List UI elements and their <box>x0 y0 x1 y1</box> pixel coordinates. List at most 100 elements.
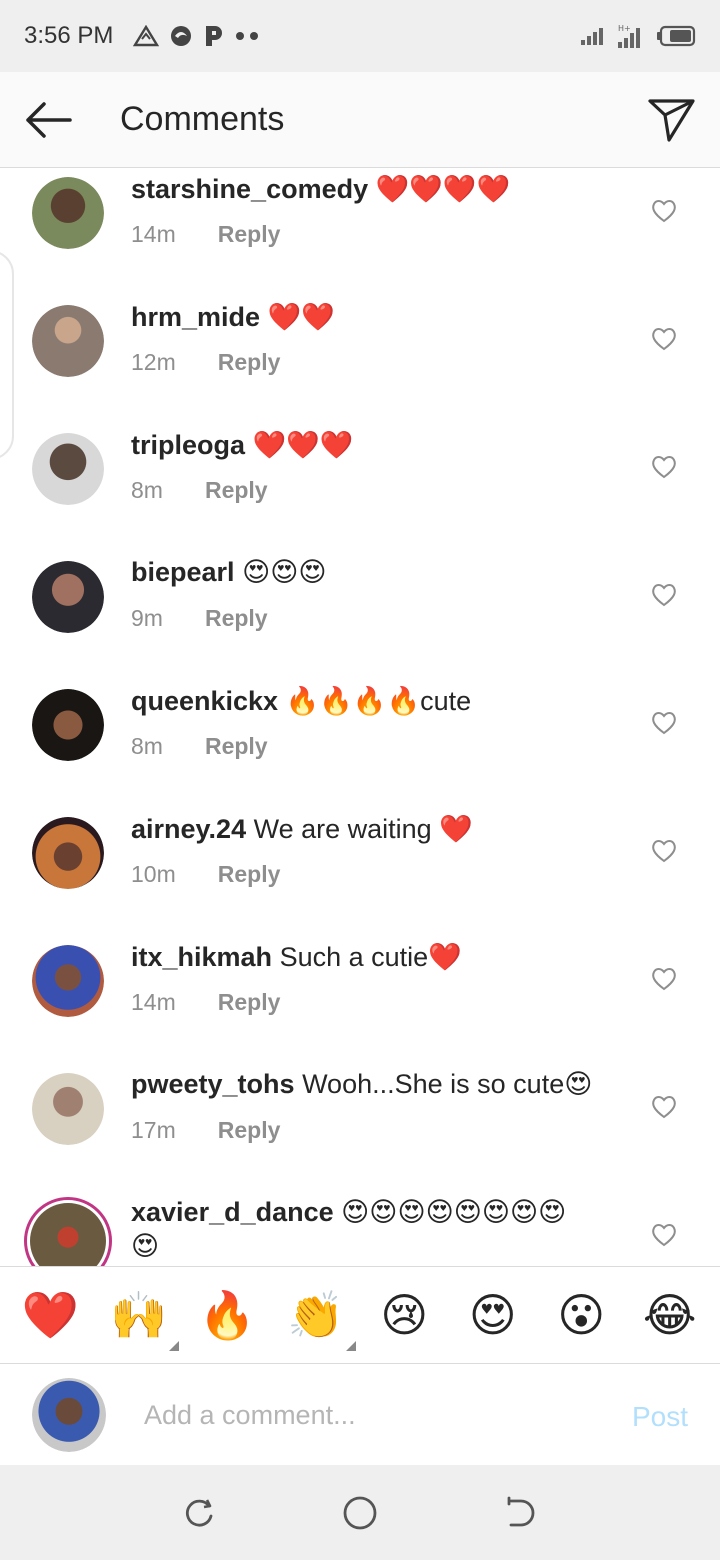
heart-outline-icon[interactable] <box>650 709 678 737</box>
comment-text-continued: 😍 <box>131 1231 160 1261</box>
reply-button[interactable]: Reply <box>218 989 281 1015</box>
reply-button[interactable]: Reply <box>218 861 281 887</box>
comments-list[interactable]: starshine_comedy ❤️❤️❤️❤️ 14m Reply hrm_m… <box>0 169 720 1266</box>
comment-meta: 17m Reply <box>131 1117 280 1144</box>
comment-time: 14m <box>131 221 176 247</box>
status-time: 3:56 PM <box>24 22 114 49</box>
avatar[interactable] <box>32 817 104 889</box>
direct-send-button[interactable] <box>624 72 720 168</box>
heart-outline-icon[interactable] <box>650 581 678 609</box>
comment-username[interactable]: starshine_comedy <box>131 174 368 204</box>
comment-meta: 10m Reply <box>131 861 280 888</box>
comment-meta: 8m Reply <box>131 733 268 760</box>
comment-body: Such a cutie❤️ <box>279 942 462 972</box>
back-arrow-icon <box>26 101 72 138</box>
emoji-fire-button[interactable]: 🔥 <box>195 1283 259 1347</box>
emoji-heart-eyes-button[interactable]: 😍 <box>461 1283 525 1347</box>
comment-body: 🔥🔥🔥🔥cute <box>285 686 472 716</box>
skin-tone-indicator <box>168 1341 179 1351</box>
comment-username[interactable]: pweety_tohs <box>131 1069 295 1099</box>
avatar[interactable] <box>32 433 104 505</box>
comment-item: queenkickx 🔥🔥🔥🔥cute 8m Reply <box>0 681 720 809</box>
comment-text: queenkickx 🔥🔥🔥🔥cute <box>131 685 471 717</box>
heart-outline-icon[interactable] <box>650 965 678 993</box>
back-nav-icon <box>507 1496 535 1526</box>
comments-header: Comments <box>0 72 720 168</box>
comment-text: itx_hikmah Such a cutie❤️ <box>131 941 462 973</box>
home-button[interactable] <box>330 1483 390 1543</box>
comment-time: 17m <box>131 1117 176 1143</box>
emoji-laughing-button[interactable]: 😂 <box>638 1283 702 1347</box>
comment-username[interactable]: xavier_d_dance <box>131 1197 334 1227</box>
emoji-heart-button[interactable]: ❤️ <box>18 1283 82 1347</box>
comment-meta: 12m Reply <box>131 349 280 376</box>
avatar[interactable] <box>32 177 104 249</box>
comment-item: starshine_comedy ❤️❤️❤️❤️ 14m Reply <box>0 169 720 297</box>
emoji-raising-hands: 🙌 <box>110 1289 168 1341</box>
comment-meta: 14m Reply <box>131 221 280 248</box>
comment-time: 10m <box>131 861 176 887</box>
reply-button[interactable]: Reply <box>205 733 268 759</box>
avatar[interactable] <box>32 945 104 1017</box>
emoji-clapping-button[interactable]: 👏 <box>284 1283 356 1351</box>
comment-text: pweety_tohs Wooh...She is so cute😍 <box>131 1069 592 1100</box>
heart-outline-icon[interactable] <box>650 453 678 481</box>
post-button[interactable]: Post <box>632 1401 688 1433</box>
comment-username[interactable]: itx_hikmah <box>131 942 272 972</box>
emoji-raising-hands-button[interactable]: 🙌 <box>107 1283 179 1351</box>
comment-username[interactable]: biepearl <box>131 557 235 587</box>
comment-item: biepearl 😍😍😍 9m Reply <box>0 553 720 681</box>
emoji-surprised-button[interactable]: 😮 <box>549 1283 613 1347</box>
avatar[interactable] <box>32 305 104 377</box>
heart-outline-icon[interactable] <box>650 1221 678 1249</box>
status-icons-right: H+ <box>580 23 696 49</box>
heart-outline-icon[interactable] <box>650 325 678 353</box>
comment-input[interactable] <box>144 1395 584 1435</box>
more-dots-icon <box>236 32 259 40</box>
reply-button[interactable]: Reply <box>218 221 281 247</box>
status-icons-left <box>133 24 261 48</box>
emoji-crying-button[interactable]: 😢 <box>372 1283 436 1347</box>
comment-username[interactable]: hrm_mide <box>131 302 260 332</box>
comment-item: xavier_d_dance 😍😍😍😍😍😍😍😍 😍 <box>0 1193 720 1266</box>
recents-button[interactable] <box>170 1483 230 1543</box>
signal-icon <box>581 28 603 45</box>
avatar[interactable] <box>32 561 104 633</box>
comment-username[interactable]: airney.24 <box>131 814 246 844</box>
comment-body: ❤️❤️ <box>267 302 335 332</box>
comment-username[interactable]: queenkickx <box>131 686 278 716</box>
comment-time: 14m <box>131 989 176 1015</box>
heart-outline-icon[interactable] <box>650 1093 678 1121</box>
app-swirl-icon <box>171 26 192 46</box>
avatar-story-ring[interactable] <box>24 1197 112 1266</box>
data-signal-icon: H+ <box>618 24 640 48</box>
comment-text: tripleoga ❤️❤️❤️ <box>131 429 353 461</box>
avatar[interactable] <box>32 689 104 761</box>
heart-outline-icon[interactable] <box>650 197 678 225</box>
warning-triangle-icon <box>133 25 160 47</box>
reply-button[interactable]: Reply <box>218 349 281 375</box>
comment-item: itx_hikmah Such a cutie❤️ 14m Reply <box>0 937 720 1065</box>
heart-outline-icon[interactable] <box>650 837 678 865</box>
svg-text:H+: H+ <box>618 24 631 33</box>
skin-tone-indicator <box>345 1341 356 1351</box>
avatar[interactable] <box>32 1073 104 1145</box>
reply-button[interactable]: Reply <box>205 605 268 631</box>
reply-button[interactable]: Reply <box>205 477 268 503</box>
comment-time: 9m <box>131 605 163 631</box>
current-user-avatar <box>32 1378 106 1452</box>
back-nav-button[interactable] <box>490 1483 550 1543</box>
comment-time: 8m <box>131 477 163 503</box>
reply-button[interactable]: Reply <box>218 1117 281 1143</box>
back-button[interactable] <box>0 72 96 168</box>
comment-body: 😍😍😍😍😍😍😍😍 <box>341 1197 567 1227</box>
recents-icon <box>185 1498 213 1526</box>
comment-time: 8m <box>131 733 163 759</box>
quick-emoji-bar: ❤️ 🙌 🔥 👏 😢 😍 😮 😂 <box>0 1266 720 1364</box>
p-app-icon <box>206 26 223 46</box>
home-circle-icon <box>343 1496 377 1529</box>
battery-icon <box>657 25 696 47</box>
comment-body: 😍😍😍 <box>242 557 327 587</box>
comment-text: xavier_d_dance 😍😍😍😍😍😍😍😍 <box>131 1197 566 1228</box>
comment-username[interactable]: tripleoga <box>131 430 245 460</box>
